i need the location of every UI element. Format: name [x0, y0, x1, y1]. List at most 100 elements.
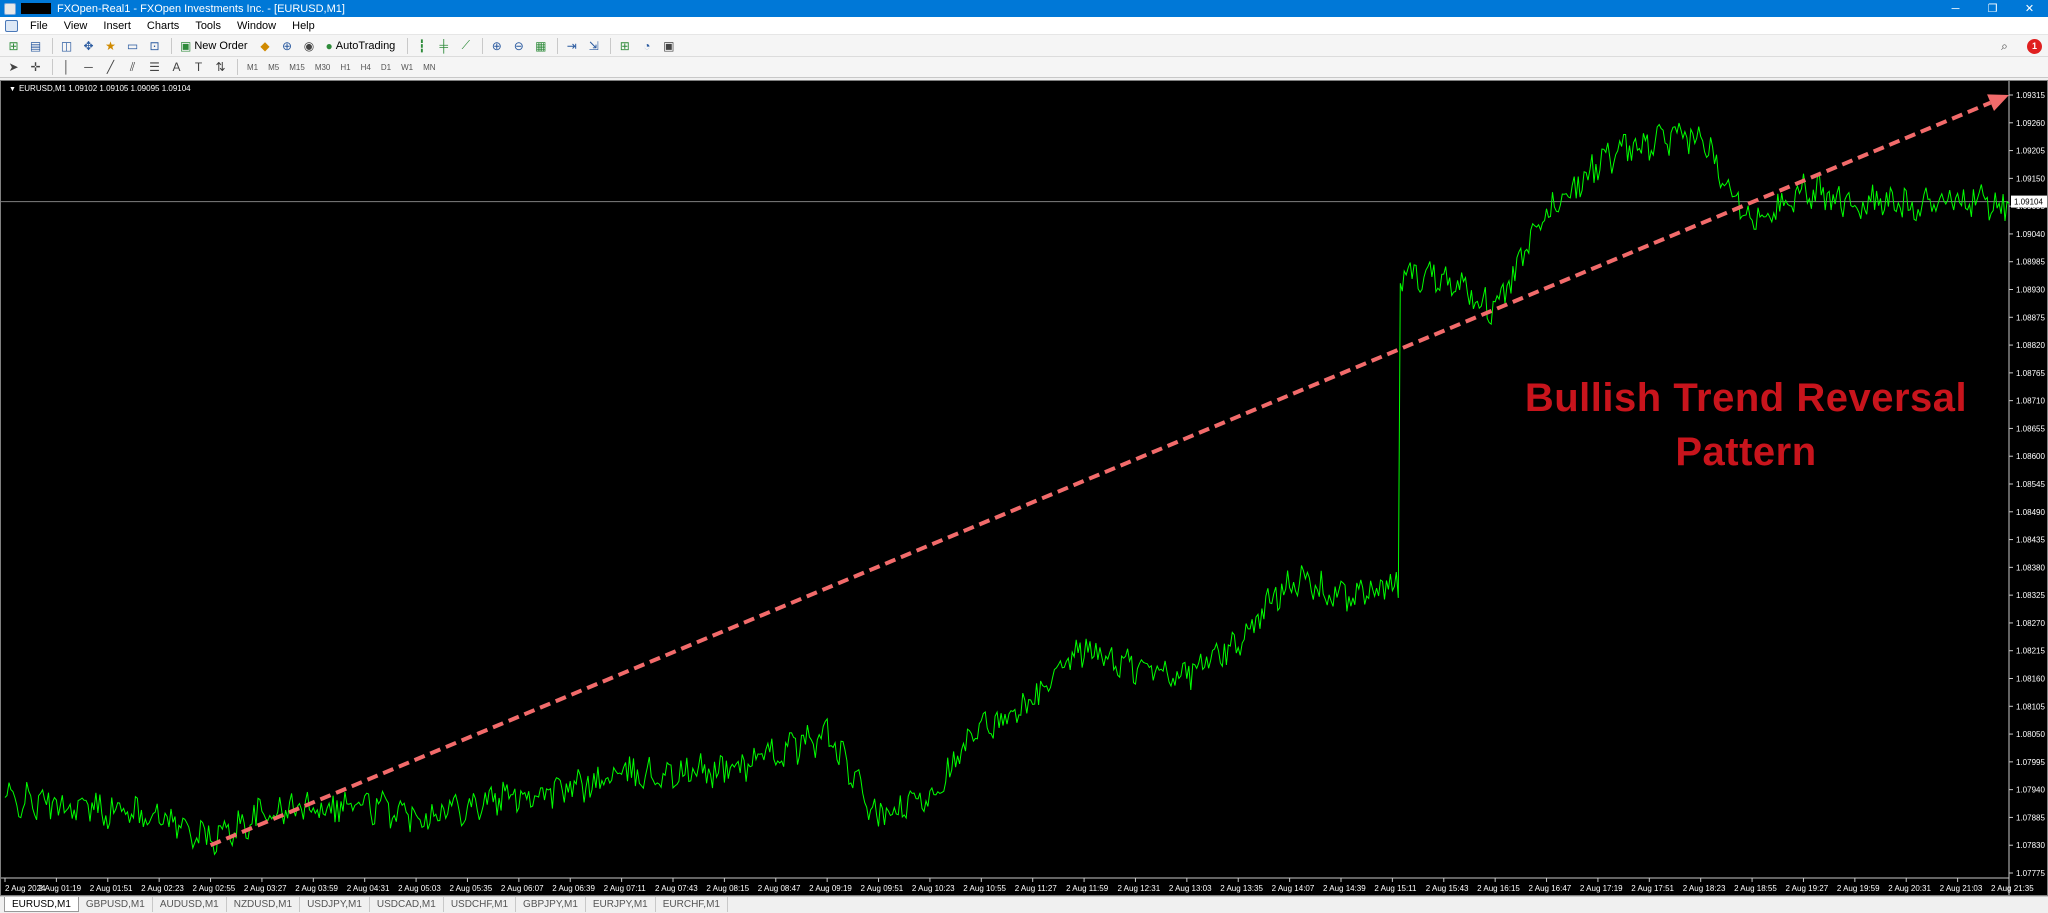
terminal-icon[interactable]: ▭	[123, 37, 142, 55]
time-tick-label: 2 Aug 05:35	[449, 884, 492, 893]
tab-eurjpy[interactable]: EURJPY,M1	[586, 897, 656, 912]
menu-file[interactable]: File	[22, 20, 56, 32]
tab-nzdusd[interactable]: NZDUSD,M1	[227, 897, 301, 912]
minimize-button[interactable]: ─	[1937, 0, 1974, 17]
window-title: FXOpen-Real1 - FXOpen Investments Inc. -…	[57, 2, 345, 15]
text-icon[interactable]: A	[167, 58, 186, 76]
timeframe-h1[interactable]: H1	[335, 58, 355, 76]
time-tick-label: 2 Aug 21:03	[1940, 884, 1983, 893]
price-tick-label: 1.08820	[2016, 341, 2045, 350]
price-tick-label: 1.08050	[2016, 730, 2045, 739]
auto-scroll-icon[interactable]: ⇲	[584, 37, 603, 55]
tab-gbpjpy[interactable]: GBPJPY,M1	[516, 897, 586, 912]
strategy-tester-icon[interactable]: ⊡	[145, 37, 164, 55]
tile-windows-icon[interactable]: ▦	[531, 37, 550, 55]
time-tick-label: 2 Aug 12:31	[1117, 884, 1160, 893]
vps-icon[interactable]: ◉	[300, 37, 319, 55]
candlesticks-icon[interactable]: ╪	[434, 37, 453, 55]
search-icon[interactable]: ⌕	[1995, 37, 2014, 55]
new-order-button[interactable]: ▣ New Order	[176, 37, 252, 55]
time-tick-label: 2 Aug 17:19	[1580, 884, 1623, 893]
horizontal-line-icon[interactable]: ─	[79, 58, 98, 76]
price-tick-label: 1.08655	[2016, 424, 2045, 433]
price-tick-label: 1.07775	[2016, 869, 2045, 878]
standard-toolbar: ⊞ ▤ ◫ ✥ ★ ▭ ⊡ ▣ New Order ◆ ⊕ ◉ ● AutoTrad…	[0, 35, 2048, 57]
price-tick-label: 1.08710	[2016, 397, 2045, 406]
toolbar-separator	[52, 37, 53, 54]
timeframe-m1[interactable]: M1	[242, 58, 263, 76]
tab-eurchf[interactable]: EURCHF,M1	[656, 897, 728, 912]
time-tick-label: 2 Aug 20:31	[1888, 884, 1931, 893]
tab-usdchf[interactable]: USDCHF,M1	[444, 897, 517, 912]
price-tick-label: 1.08215	[2016, 647, 2045, 656]
signals-icon[interactable]: ⊕	[278, 37, 297, 55]
restore-button[interactable]: ❐	[1974, 0, 2011, 17]
close-button[interactable]: ✕	[2011, 0, 2048, 17]
templates-icon[interactable]: ▣	[659, 37, 678, 55]
indicators-icon[interactable]: ⊞	[615, 37, 634, 55]
menu-charts[interactable]: Charts	[139, 20, 187, 32]
data-window-icon[interactable]: ✥	[79, 37, 98, 55]
price-tick-label: 1.08160	[2016, 675, 2045, 684]
timeframe-w1[interactable]: W1	[396, 58, 418, 76]
time-tick-label: 2 Aug 19:59	[1837, 884, 1880, 893]
time-tick-label: 2 Aug 09:51	[861, 884, 904, 893]
tab-gbpusd[interactable]: GBPUSD,M1	[79, 897, 153, 912]
price-tick-label: 1.08105	[2016, 702, 2045, 711]
fibonacci-icon[interactable]: ☰	[145, 58, 164, 76]
time-tick-label: 2 Aug 07:11	[604, 884, 647, 893]
timeframe-m15[interactable]: M15	[284, 58, 310, 76]
cursor-icon[interactable]: ➤	[4, 58, 23, 76]
zoom-out-icon[interactable]: ⊖	[509, 37, 528, 55]
toolbar-separator	[407, 37, 409, 54]
menu-view[interactable]: View	[56, 20, 96, 32]
chart-window[interactable]: 1.093151.092601.092051.091501.090951.090…	[0, 80, 2048, 896]
timeframe-m30[interactable]: M30	[310, 58, 336, 76]
vertical-line-icon[interactable]: │	[57, 58, 76, 76]
tab-audusd[interactable]: AUDUSD,M1	[153, 897, 227, 912]
dropdown-triangle-icon: ▼	[9, 86, 16, 93]
autotrading-icon: ●	[325, 38, 333, 53]
bar-chart-icon[interactable]: ┇	[412, 37, 431, 55]
timeframe-mn[interactable]: MN	[418, 58, 440, 76]
trendline-icon[interactable]: ╱	[101, 58, 120, 76]
menu-window[interactable]: Window	[229, 20, 284, 32]
time-tick-label: 2 Aug 19:27	[1785, 884, 1828, 893]
timeframe-d1[interactable]: D1	[376, 58, 396, 76]
notifications-badge[interactable]: 1	[2027, 38, 2042, 54]
profiles-icon[interactable]: ▤	[26, 37, 45, 55]
menu-insert[interactable]: Insert	[95, 20, 139, 32]
text-label-icon[interactable]: T	[189, 58, 208, 76]
title-bar: FXOpen-Real1 - FXOpen Investments Inc. -…	[0, 0, 2048, 17]
channel-icon[interactable]: ⫽	[123, 58, 142, 76]
arrows-icon[interactable]: ⇅	[211, 58, 230, 76]
price-tick-label: 1.08545	[2016, 480, 2045, 489]
tab-usdcad[interactable]: USDCAD,M1	[370, 897, 444, 912]
menu-tools[interactable]: Tools	[187, 20, 229, 32]
crosshair-icon[interactable]: ✛	[26, 58, 45, 76]
time-tick-label: 2 Aug 18:23	[1683, 884, 1726, 893]
tab-eurusd[interactable]: EURUSD,M1	[4, 897, 79, 912]
autotrading-button[interactable]: ● AutoTrading	[322, 37, 400, 55]
price-chart[interactable]: 1.093151.092601.092051.091501.090951.090…	[1, 81, 2047, 895]
metaeditor-icon[interactable]: ◆	[256, 37, 275, 55]
price-tick-label: 1.08270	[2016, 619, 2045, 628]
time-tick-label: 2 Aug 11:59	[1066, 884, 1109, 893]
market-watch-icon[interactable]: ◫	[57, 37, 76, 55]
periods-icon[interactable]: ◔	[637, 37, 656, 55]
time-tick-label: 2 Aug 02:23	[141, 884, 184, 893]
tab-usdjpy[interactable]: USDJPY,M1	[300, 897, 370, 912]
navigator-icon[interactable]: ★	[101, 37, 120, 55]
timeframe-h4[interactable]: H4	[356, 58, 376, 76]
chart-shift-icon[interactable]: ⇥	[562, 37, 581, 55]
zoom-in-icon[interactable]: ⊕	[487, 37, 506, 55]
new-chart-icon[interactable]: ⊞	[4, 37, 23, 55]
time-tick-label: 2 Aug 06:39	[552, 884, 595, 893]
price-tick-label: 1.07830	[2016, 841, 2045, 850]
time-tick-label: 2 Aug 14:39	[1323, 884, 1366, 893]
line-chart-icon[interactable]: ⟋	[456, 37, 475, 55]
chart-tabs-bar: EURUSD,M1 GBPUSD,M1 AUDUSD,M1 NZDUSD,M1 …	[0, 896, 2048, 913]
menu-help[interactable]: Help	[284, 20, 323, 32]
timeframe-m5[interactable]: M5	[263, 58, 284, 76]
chart-window-icon[interactable]	[5, 19, 18, 32]
